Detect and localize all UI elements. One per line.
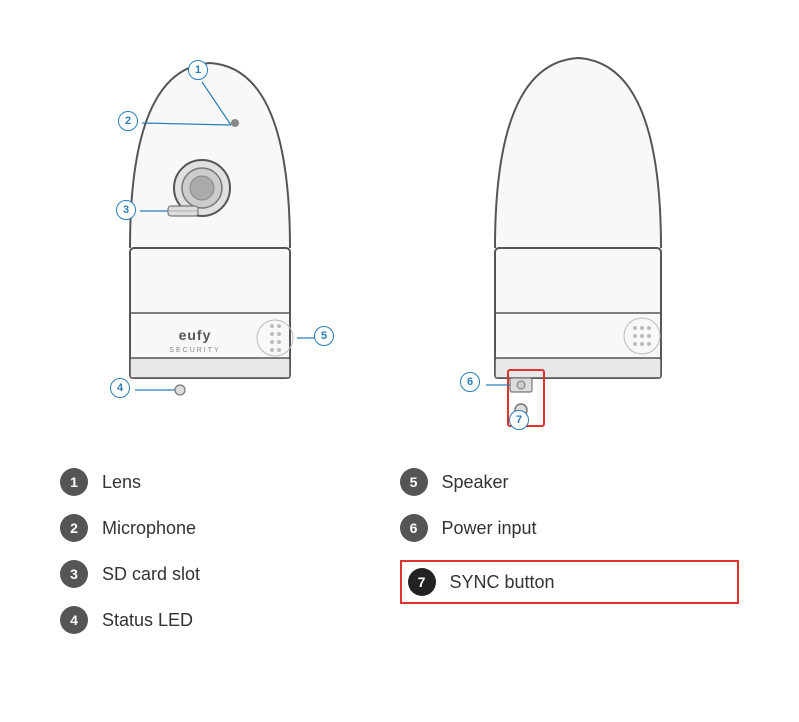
callout-3: 3: [116, 200, 136, 220]
callout-7: 7: [509, 410, 529, 430]
callout-5: 5: [314, 326, 334, 346]
legend-item-1: 1 Lens: [60, 468, 400, 496]
legend-label-2: Microphone: [102, 518, 196, 539]
legend-item-6: 6 Power input: [400, 514, 740, 542]
camera-front-svg: eufy SECURITY: [50, 18, 370, 438]
diagram-area: eufy SECURITY: [0, 0, 799, 438]
callout-4: 4: [110, 378, 130, 398]
legend-label-3: SD card slot: [102, 564, 200, 585]
legend-item-4: 4 Status LED: [60, 606, 400, 634]
legend-num-2: 2: [60, 514, 88, 542]
legend-item-3: 3 SD card slot: [60, 560, 400, 588]
camera-front: eufy SECURITY: [50, 18, 370, 438]
legend-left: 1 Lens 2 Microphone 3 SD card slot 4 Sta…: [60, 468, 400, 634]
callout-6: 6: [460, 372, 480, 392]
legend-label-6: Power input: [442, 518, 537, 539]
legend-item-2: 2 Microphone: [60, 514, 400, 542]
legend-num-4: 4: [60, 606, 88, 634]
legend-label-4: Status LED: [102, 610, 193, 631]
legend-num-7: 7: [408, 568, 436, 596]
legend-num-1: 1: [60, 468, 88, 496]
legend-item-5: 5 Speaker: [400, 468, 740, 496]
legend-label-5: Speaker: [442, 472, 509, 493]
svg-text:SECURITY: SECURITY: [169, 347, 220, 354]
camera-back: 6 7: [430, 18, 749, 438]
legend-right: 5 Speaker 6 Power input 7 SYNC button: [400, 468, 740, 634]
legend-num-3: 3: [60, 560, 88, 588]
callout-2: 2: [118, 111, 138, 131]
legend-num-6: 6: [400, 514, 428, 542]
legend-num-5: 5: [400, 468, 428, 496]
page: eufy SECURITY: [0, 0, 799, 722]
legend-label-7: SYNC button: [450, 572, 555, 593]
legend-item-7: 7 SYNC button: [400, 560, 740, 604]
legend-area: 1 Lens 2 Microphone 3 SD card slot 4 Sta…: [0, 448, 799, 634]
callout-1: 1: [188, 60, 208, 80]
legend-label-1: Lens: [102, 472, 141, 493]
svg-text:eufy: eufy: [179, 327, 212, 343]
